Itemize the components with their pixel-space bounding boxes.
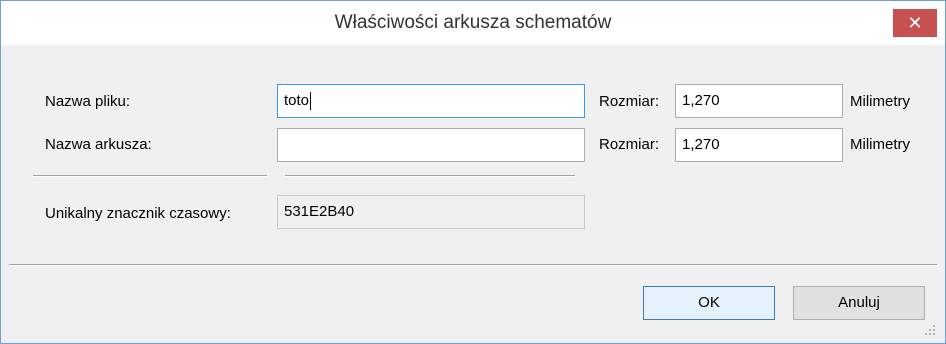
size-field-2[interactable]: 1,270 — [675, 128, 843, 162]
file-name-label: Nazwa pliku: — [45, 93, 131, 110]
button-area-separator — [9, 264, 937, 266]
ok-button[interactable]: OK — [643, 286, 775, 320]
separator-right — [285, 175, 575, 177]
size-field-1[interactable]: 1,270 — [675, 84, 843, 118]
unit-label-1: Milimetry — [850, 93, 910, 110]
resize-grip-icon[interactable] — [923, 323, 935, 335]
file-name-field[interactable]: toto — [277, 84, 585, 118]
unit-label-2: Milimetry — [850, 136, 910, 153]
size-label-1: Rozmiar: — [599, 93, 660, 110]
window-title: Właściwości arkusza schematów — [334, 12, 612, 33]
close-button[interactable]: ✕ — [893, 9, 937, 37]
separator-left — [33, 175, 267, 177]
timestamp-label: Unikalny znacznik czasowy: — [45, 205, 231, 222]
dialog-window: Właściwości arkusza schematów ✕ Nazwa pl… — [0, 0, 946, 344]
timestamp-field: 531E2B40 — [277, 195, 585, 229]
close-icon: ✕ — [907, 13, 923, 33]
cancel-button[interactable]: Anuluj — [793, 286, 925, 320]
size-label-2: Rozmiar: — [599, 136, 660, 153]
dialog-body: Nazwa pliku: toto Rozmiar: 1,270 Milimet… — [9, 45, 937, 337]
title-bar: Właściwości arkusza schematów ✕ — [1, 1, 945, 45]
file-name-value: toto — [284, 92, 310, 109]
text-caret — [310, 92, 312, 111]
sheet-name-field[interactable] — [277, 128, 585, 162]
sheet-name-label: Nazwa arkusza: — [45, 136, 152, 153]
